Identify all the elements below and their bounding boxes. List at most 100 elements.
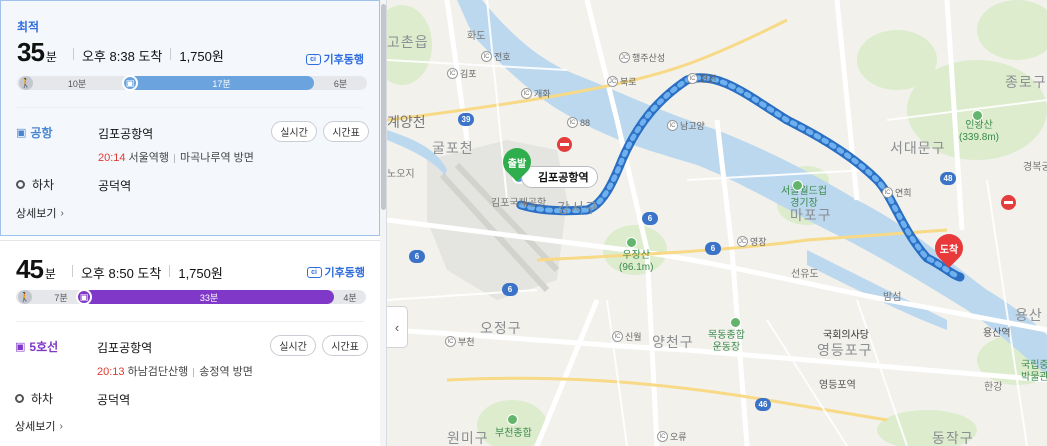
poi-label: 우장산 (96.1m)	[619, 250, 654, 273]
walk-segment: 10분	[67, 78, 87, 89]
alight-station: 공덕역	[98, 179, 132, 193]
map-view[interactable]: 고촌읍 굴포천 강서구 마포구 서대문구 종로구 용산 오정구 양천구 영등포구…	[387, 0, 1047, 446]
alight-dot-icon	[15, 394, 24, 403]
climate-card-icon: ci	[305, 53, 321, 65]
end-pin-label: 도착	[939, 245, 959, 256]
ride-segment: 17분	[129, 76, 314, 90]
stadium-icon	[730, 317, 741, 328]
mountain-icon	[626, 237, 637, 248]
divider	[170, 48, 172, 60]
ic-marker: JC 북로	[607, 76, 637, 87]
ic-marker: IC 현천	[687, 72, 717, 85]
poi-label: 목동종합 운동장	[708, 330, 745, 353]
alight-text: 하차	[32, 178, 55, 192]
no-entry-icon	[557, 137, 572, 152]
highway-shield: 46	[755, 398, 771, 411]
duration-number: 35	[17, 37, 45, 67]
poi-label: 부천종합	[495, 428, 532, 439]
start-station-label[interactable]: 김포공항역	[521, 166, 598, 188]
arrival-time: 오후 8:50 도착	[80, 266, 162, 281]
line-badge-line5: ▣ 5호선	[15, 338, 58, 355]
route-card-2[interactable]: 45 분 오후 8:50 도착 1,750원 ci 기후동행 7분 33분 4분…	[0, 240, 380, 446]
district-label: 원미구	[447, 430, 489, 446]
highway-shield: 39	[458, 113, 474, 126]
no-entry-icon	[1001, 195, 1016, 210]
district-label: 서대문구	[890, 140, 946, 156]
end-pin[interactable]: 도착	[929, 228, 969, 270]
train-icon: ▣	[15, 341, 26, 353]
ic-marker: IC 부천	[445, 335, 475, 348]
duration-number: 45	[16, 254, 44, 284]
area-label: 경복궁	[1023, 162, 1047, 173]
detail-label: 상세보기	[15, 421, 56, 433]
walk-icon: 🚶	[18, 290, 32, 304]
board-station: 김포공항역	[97, 341, 153, 355]
poi-label: 국립중 박물관	[1021, 360, 1047, 383]
timetable-button[interactable]: 시간표	[322, 335, 368, 356]
map-canvas	[387, 0, 1047, 446]
area-label: 밤섬	[883, 292, 902, 303]
district-label: 고촌읍	[387, 34, 429, 50]
fare: 1,750원	[179, 49, 224, 64]
airport-area	[427, 140, 567, 300]
alight-station: 공덕역	[97, 393, 131, 407]
area-label: 한강	[984, 382, 1003, 393]
chevron-left-icon: ‹	[394, 319, 400, 335]
mountain-icon	[972, 110, 983, 121]
ic-marker: IC 김포	[447, 67, 477, 80]
timetable-button[interactable]: 시간표	[323, 121, 369, 142]
ic-marker: JC 영장	[737, 236, 767, 247]
line-badge-airport: ▣ 공항	[16, 124, 53, 141]
realtime-button[interactable]: 실시간	[271, 121, 317, 142]
duration-unit: 분	[44, 267, 56, 281]
fare: 1,750원	[178, 266, 223, 281]
direction-info: 20:14 서울역행 마곡나루역 방면	[98, 149, 254, 165]
alight-label: 하차	[15, 390, 53, 407]
highway-shield: 6	[642, 212, 658, 225]
board-station: 김포공항역	[98, 127, 154, 141]
district-label: 양천구	[652, 334, 694, 350]
direction: 하남검단산행	[127, 366, 189, 378]
stadium-icon	[792, 180, 803, 191]
climate-card-label: 기후동행	[323, 54, 364, 66]
route-results-panel: 최적 35 분 오후 8:38 도착 1,750원 ci 기후동행 10분 17…	[0, 0, 387, 446]
divider	[16, 321, 364, 322]
poi-label: 국회의사당	[823, 330, 869, 341]
start-station-sublabel: 김포국제공항	[491, 198, 547, 209]
ic-marker: IC 88	[567, 117, 590, 128]
ic-marker: IC 전호	[481, 50, 511, 63]
direction: 서울역행	[128, 152, 170, 164]
timeline-bar: 7분 33분 4분 🚶 ▣	[16, 289, 366, 305]
collapse-panel-button[interactable]: ‹	[387, 306, 408, 348]
scrollbar[interactable]	[380, 0, 386, 446]
start-pin[interactable]: 출발	[497, 142, 537, 184]
divider	[169, 265, 171, 277]
chevron-right-icon: ›	[59, 420, 63, 432]
scrollbar-thumb[interactable]	[381, 4, 386, 210]
ride-segment: 33분	[84, 290, 334, 304]
route-card-1[interactable]: 최적 35 분 오후 8:38 도착 1,750원 ci 기후동행 10분 17…	[0, 0, 380, 236]
ic-marker: IC 연희	[882, 186, 912, 199]
poi-label: 인왕산 (339.8m)	[959, 120, 1000, 143]
divider	[17, 107, 363, 108]
highway-shield: 6	[705, 242, 721, 255]
park-icon	[507, 414, 518, 425]
ic-marker: JC 행주산성	[619, 52, 666, 63]
train-icon: ▣	[16, 127, 27, 139]
detail-link[interactable]: 상세보기 ›	[16, 205, 64, 221]
depart-time: 20:14	[98, 152, 126, 164]
ic-marker: IC 남고양	[667, 119, 705, 132]
walk-segment: 4분	[343, 292, 357, 303]
realtime-button[interactable]: 실시간	[270, 335, 316, 356]
climate-card-badge[interactable]: ci 기후동행	[306, 264, 365, 280]
depart-time: 20:13	[97, 366, 125, 378]
detail-link[interactable]: 상세보기 ›	[15, 418, 63, 434]
next-station: 마곡나루역 방면	[180, 152, 254, 164]
highway-shield: 6	[409, 250, 425, 263]
climate-card-badge[interactable]: ci 기후동행	[305, 51, 364, 67]
chevron-right-icon: ›	[60, 207, 64, 219]
poi-label: 서울월드컵 경기장	[781, 186, 827, 209]
area-label: 화도	[467, 31, 486, 42]
poi-label: 용산역	[983, 328, 1011, 339]
poi-label: 영등포역	[819, 380, 856, 391]
